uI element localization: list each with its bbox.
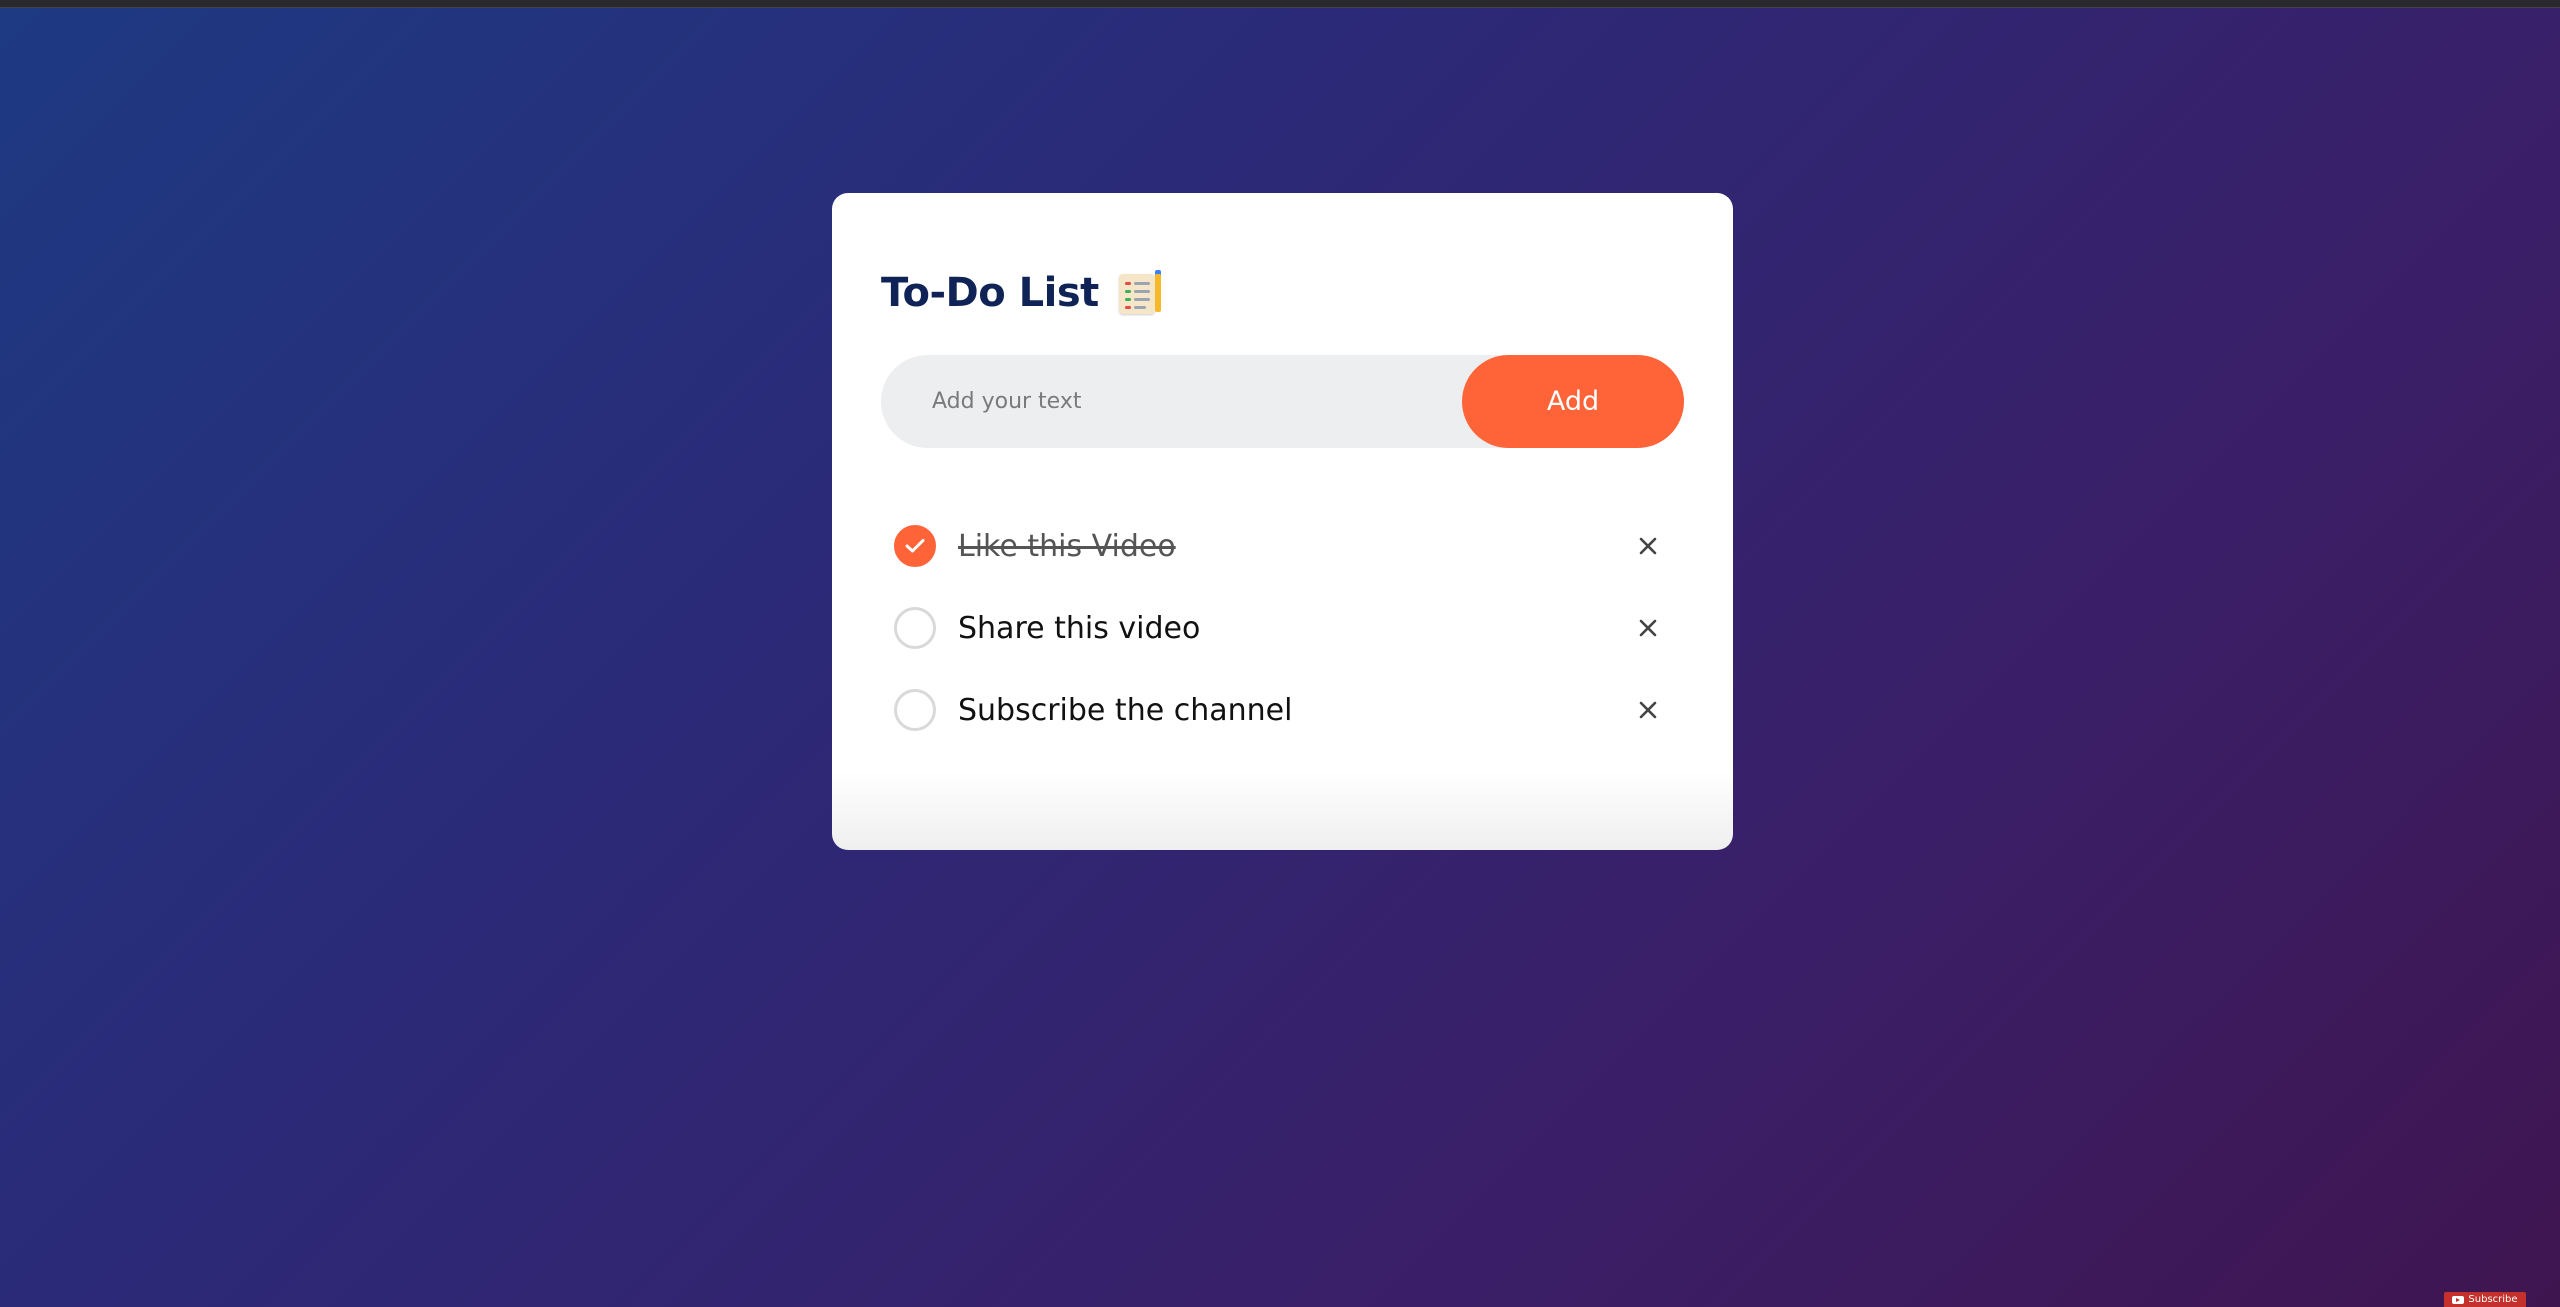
browser-top-bar: [0, 0, 2560, 8]
close-icon[interactable]: [1632, 612, 1664, 644]
todo-text[interactable]: Like this Video: [958, 529, 1176, 564]
todo-card: To-Do List Add Like this Video: [832, 193, 1733, 850]
unchecked-circle-icon[interactable]: [894, 607, 936, 649]
unchecked-circle-icon[interactable]: [894, 689, 936, 731]
youtube-icon: [2452, 1295, 2465, 1304]
todo-list: Like this Video Share this video Subscri…: [894, 505, 1664, 751]
page-title: To-Do List: [881, 270, 1099, 316]
task-input[interactable]: [881, 355, 1441, 448]
todo-item[interactable]: Share this video: [894, 587, 1664, 669]
todo-item[interactable]: Like this Video: [894, 505, 1664, 587]
title-row: To-Do List: [881, 263, 1163, 323]
close-icon[interactable]: [1632, 530, 1664, 562]
add-button[interactable]: Add: [1462, 355, 1684, 448]
notepad-icon: [1117, 270, 1163, 316]
todo-text[interactable]: Subscribe the channel: [958, 693, 1292, 728]
checked-circle-icon[interactable]: [894, 525, 936, 567]
todo-item[interactable]: Subscribe the channel: [894, 669, 1664, 751]
close-icon[interactable]: [1632, 694, 1664, 726]
subscribe-button[interactable]: Subscribe: [2444, 1292, 2526, 1307]
todo-text[interactable]: Share this video: [958, 611, 1200, 646]
subscribe-label: Subscribe: [2468, 1294, 2518, 1305]
add-task-row: Add: [881, 355, 1684, 448]
